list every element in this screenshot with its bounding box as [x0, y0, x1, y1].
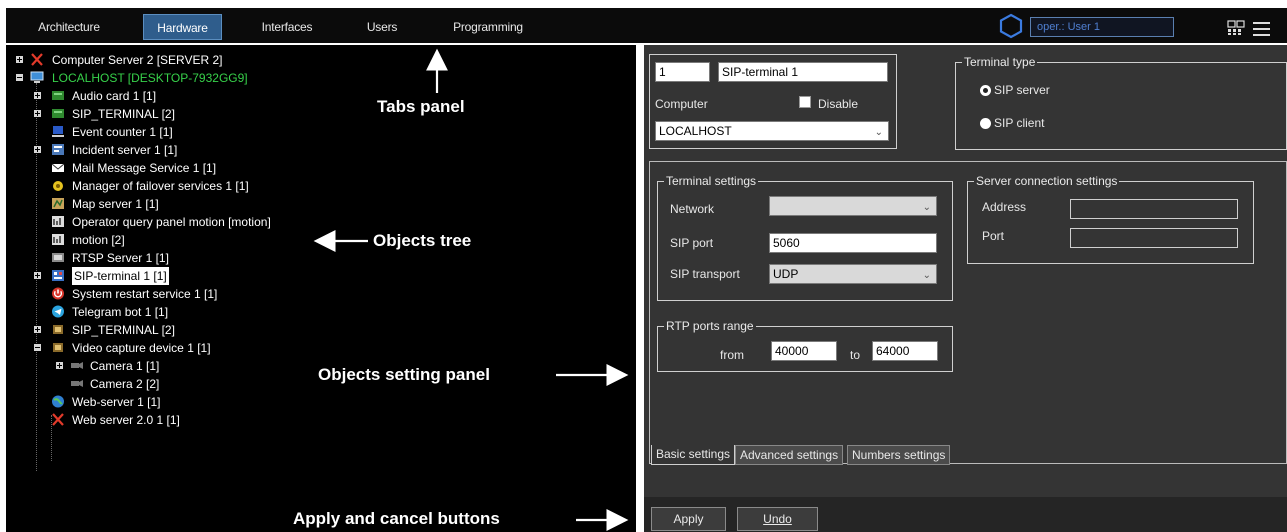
sip-client-label: SIP client: [994, 116, 1045, 130]
operator-field[interactable]: oper.: User 1: [1030, 17, 1174, 37]
sip-transport-select[interactable]: UDP ⌄: [769, 264, 937, 284]
network-select[interactable]: ⌄: [769, 196, 937, 216]
rtp-ports-legend: RTP ports range: [664, 319, 756, 333]
annotation-arrows: [313, 48, 629, 531]
sip-client-radio[interactable]: [980, 118, 991, 129]
server-connection-legend: Server connection settings: [974, 174, 1120, 188]
sip-server-label: SIP server: [994, 83, 1050, 97]
rtp-from-field[interactable]: 40000: [771, 341, 837, 361]
object-name-field[interactable]: SIP-terminal 1: [718, 62, 888, 82]
layout-grid-icon[interactable]: [1227, 20, 1245, 36]
object-id-field[interactable]: 1: [655, 62, 710, 82]
rtp-from-label: from: [720, 348, 744, 362]
sip-transport-value: UDP: [773, 267, 799, 281]
port-field[interactable]: [1070, 228, 1238, 248]
objects-tree-panel: Computer Server 2 [SERVER 2] LOCALHOST […: [6, 45, 636, 532]
computer-select[interactable]: LOCALHOST ⌄: [655, 121, 889, 141]
chevron-down-icon: ⌄: [922, 202, 931, 213]
server-connection-group: Server connection settings Address Port: [967, 174, 1254, 264]
terminal-settings-group: Terminal settings Network ⌄ SIP port 506…: [657, 174, 953, 301]
sip-port-label: SIP port: [670, 236, 714, 250]
menu-icon[interactable]: [1252, 20, 1272, 38]
tab-interfaces[interactable]: Interfaces: [248, 14, 326, 40]
address-label: Address: [982, 200, 1027, 214]
tab-basic-settings[interactable]: Basic settings: [651, 445, 736, 465]
computer-select-value: LOCALHOST: [659, 124, 732, 138]
tab-hardware[interactable]: Hardware: [143, 14, 222, 40]
port-label: Port: [982, 229, 1005, 243]
address-field[interactable]: [1070, 199, 1238, 219]
computer-label: Computer: [655, 97, 708, 111]
rtp-to-label: to: [850, 348, 861, 362]
terminal-settings-legend: Terminal settings: [664, 174, 759, 188]
undo-button[interactable]: Undo: [737, 507, 818, 531]
tab-architecture[interactable]: Architecture: [24, 14, 114, 40]
disable-label: Disable: [818, 97, 859, 111]
rtp-to-field[interactable]: 64000: [872, 341, 938, 361]
tab-users[interactable]: Users: [350, 14, 414, 40]
chevron-down-icon: ⌄: [922, 270, 931, 281]
sip-server-radio[interactable]: [980, 85, 991, 96]
apply-button[interactable]: Apply: [651, 507, 726, 531]
terminal-type-legend: Terminal type: [962, 55, 1038, 69]
object-header-group: 1 SIP-terminal 1 Computer Disable LOCALH…: [649, 54, 897, 149]
disable-checkbox[interactable]: [799, 96, 811, 108]
sip-transport-label: SIP transport: [670, 267, 740, 281]
tab-numbers-settings[interactable]: Numbers settings: [847, 445, 951, 465]
terminal-type-group: Terminal type SIP server SIP client: [955, 55, 1287, 150]
network-label: Network: [670, 202, 715, 216]
tab-programming[interactable]: Programming: [438, 14, 538, 40]
chevron-down-icon: ⌄: [874, 127, 883, 138]
tab-advanced-settings[interactable]: Advanced settings: [735, 445, 844, 465]
objects-setting-panel: 1 SIP-terminal 1 Computer Disable LOCALH…: [644, 45, 1287, 497]
hexagon-logo-icon: [999, 13, 1023, 39]
apply-cancel-bar: Apply Undo: [644, 497, 1287, 532]
rtp-ports-group: RTP ports range from 40000 to 64000: [657, 319, 953, 372]
panel-divider: [636, 45, 644, 532]
top-tabs-bar: Architecture Hardware Interfaces Users P…: [6, 8, 1287, 43]
sip-port-field[interactable]: 5060: [769, 233, 937, 253]
